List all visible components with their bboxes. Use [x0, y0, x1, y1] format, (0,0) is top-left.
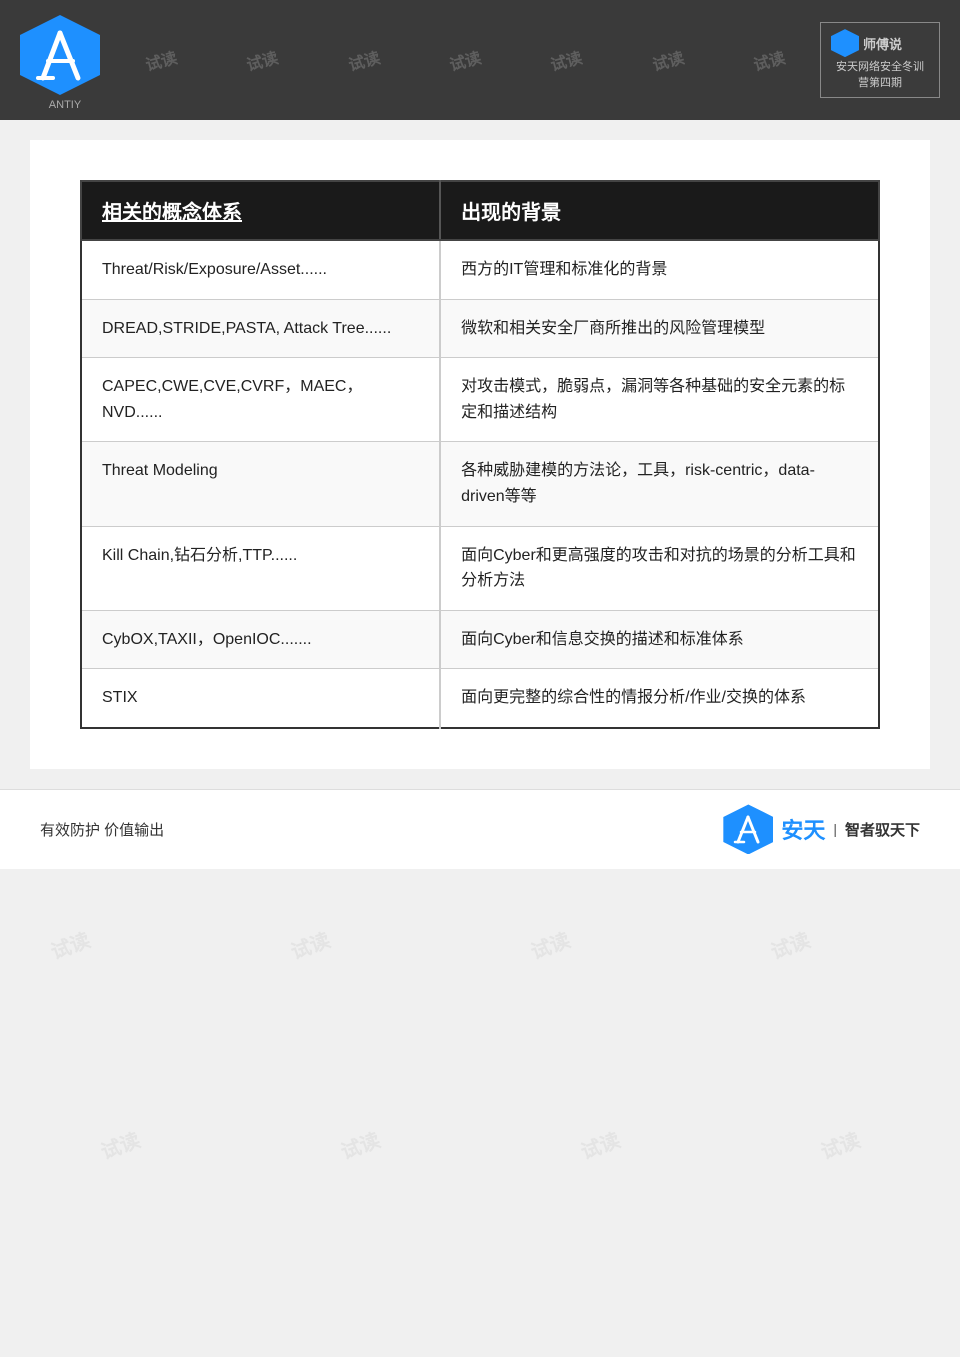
footer-right: 安天 | 智者驭天下	[723, 804, 920, 854]
header-wm-6: 试读	[649, 44, 686, 75]
right-logo-subtitle: 安天网络安全冬训营第四期	[831, 60, 929, 91]
table-cell-right-4: 面向Cyber和更高强度的攻击和对抗的场景的分析工具和分析方法	[440, 526, 879, 610]
right-logo-brand: 师傅说	[863, 34, 902, 53]
table-cell-left-6: STIX	[81, 669, 440, 728]
table-cell-right-0: 西方的IT管理和标准化的背景	[440, 240, 879, 299]
table-row: STIX面向更完整的综合性的情报分析/作业/交换的体系	[81, 669, 879, 728]
header-right-logo: 师傅说 安天网络安全冬训营第四期	[820, 25, 940, 95]
footer: 有效防护 价值输出 安天 | 智者驭天下	[0, 789, 960, 869]
header-wm-4: 试读	[446, 44, 483, 75]
footer-divider: |	[833, 821, 837, 837]
table-cell-right-1: 微软和相关安全厂商所推出的风险管理模型	[440, 299, 879, 358]
table-row: DREAD,STRIDE,PASTA, Attack Tree......微软和…	[81, 299, 879, 358]
table-cell-left-5: CybOX,TAXII，OpenIOC.......	[81, 610, 440, 669]
header-wm-7: 试读	[751, 44, 788, 75]
header-wm-3: 试读	[345, 44, 382, 75]
table-cell-right-2: 对攻击模式，脆弱点，漏洞等各种基础的安全元素的标定和描述结构	[440, 358, 879, 442]
table-row: Threat/Risk/Exposure/Asset......西方的IT管理和…	[81, 240, 879, 299]
footer-brand-top: 安天 | 智者驭天下	[781, 813, 920, 845]
footer-logo-icon	[723, 804, 773, 854]
header-wm-1: 试读	[142, 44, 179, 75]
header: ANTIY 试读 试读 试读 试读 试读 试读 试读 师傅说 安天网络安全冬训营…	[0, 0, 960, 120]
table-cell-left-1: DREAD,STRIDE,PASTA, Attack Tree......	[81, 299, 440, 358]
data-table: 相关的概念体系 出现的背景 Threat/Risk/Exposure/Asset…	[80, 180, 880, 729]
header-logo: ANTIY	[20, 15, 110, 105]
table-row: Kill Chain,钻石分析,TTP......面向Cyber和更高强度的攻击…	[81, 526, 879, 610]
header-right-logo-inner: 师傅说 安天网络安全冬训营第四期	[820, 22, 940, 98]
footer-brand-name: 安天	[781, 813, 825, 845]
table-header-row: 相关的概念体系 出现的背景	[81, 181, 879, 240]
header-wm-5: 试读	[548, 44, 585, 75]
footer-tagline: 有效防护 价值输出	[40, 819, 164, 840]
table-cell-left-0: Threat/Risk/Exposure/Asset......	[81, 240, 440, 299]
col1-header: 相关的概念体系	[81, 181, 440, 240]
table-cell-left-2: CAPEC,CWE,CVE,CVRF，MAEC，NVD......	[81, 358, 440, 442]
table-row: CybOX,TAXII，OpenIOC.......面向Cyber和信息交换的描…	[81, 610, 879, 669]
table-cell-right-3: 各种威胁建模的方法论，工具，risk-centric，data-driven等等	[440, 442, 879, 526]
antiy-label: ANTIY	[20, 99, 110, 111]
footer-brand-sub: 智者驭天下	[845, 819, 920, 840]
table-row: CAPEC,CWE,CVE,CVRF，MAEC，NVD......对攻击模式，脆…	[81, 358, 879, 442]
main-content: 相关的概念体系 出现的背景 Threat/Risk/Exposure/Asset…	[30, 140, 930, 769]
table-cell-right-5: 面向Cyber和信息交换的描述和标准体系	[440, 610, 879, 669]
header-watermarks: 试读 试读 试读 试读 试读 试读 试读	[110, 48, 820, 72]
table-cell-left-4: Kill Chain,钻石分析,TTP......	[81, 526, 440, 610]
col2-header: 出现的背景	[440, 181, 879, 240]
table-cell-right-6: 面向更完整的综合性的情报分析/作业/交换的体系	[440, 669, 879, 728]
logo-hexagon	[20, 15, 100, 95]
table-row: Threat Modeling各种威胁建模的方法论，工具，risk-centri…	[81, 442, 879, 526]
table-cell-left-3: Threat Modeling	[81, 442, 440, 526]
header-wm-2: 试读	[244, 44, 281, 75]
footer-brand: 安天 | 智者驭天下	[781, 813, 920, 845]
